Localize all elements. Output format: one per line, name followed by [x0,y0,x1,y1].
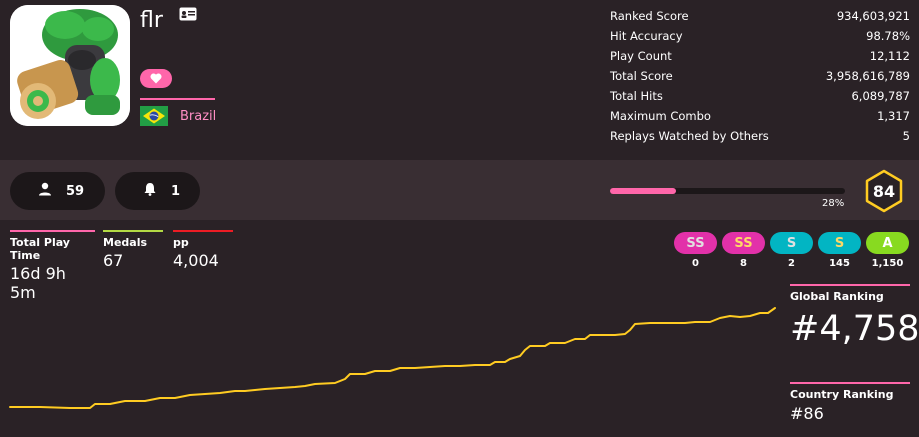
stat-row: Play Count 12,112 [610,46,910,66]
grade-count: 0 [692,258,699,269]
stat-row: Replays Watched by Others 5 [610,126,910,146]
country-name[interactable]: Brazil [180,109,216,124]
grade-badge: S [818,232,861,254]
stat-row: Total Hits 6,089,787 [610,86,910,106]
grade-ss: SS 8 [722,232,765,269]
stat-label: Hit Accuracy [610,29,683,43]
user-icon [38,182,66,200]
global-ranking-label: Global Ranking [790,290,884,303]
subscribers-count: 1 [171,183,181,199]
ranking-bar [790,284,910,286]
grade-badge: A [866,232,909,254]
level-progress-fill [610,188,676,194]
stat-label: Total Score [610,69,673,83]
stat-label: Ranked Score [610,9,689,23]
info-bar [173,230,233,232]
stat-value: 6,089,787 [851,89,910,103]
user-card-icon[interactable] [179,6,197,25]
bell-icon [143,182,171,200]
grade-a: A 1,150 [866,232,909,269]
stat-value: 98.78% [866,29,910,43]
grade-s: S 145 [818,232,861,269]
profile-bottom: Total Play Time 16d 9h 5m Medals 67 pp 4… [0,220,919,437]
brazil-flag-icon[interactable] [140,106,168,130]
stat-value: 1,317 [877,109,910,123]
grade-badge: S [770,232,813,254]
stats-list: Ranked Score 934,603,921 Hit Accuracy 98… [610,6,910,146]
header-divider [140,98,215,100]
level-progress-label: 28% [822,198,845,209]
stat-row: Total Score 3,958,616,789 [610,66,910,86]
grade-ss-silver: SS 0 [674,232,717,269]
country-ranking-value: #86 [790,404,824,423]
info-medals: Medals 67 [103,230,163,270]
supporter-badge[interactable] [140,69,172,88]
grade-badge: SS [674,232,717,254]
stat-row: Ranked Score 934,603,921 [610,6,910,26]
info-label: Medals [103,236,148,249]
grade-count: 8 [740,258,747,269]
level-number[interactable]: 84 [862,169,906,213]
heart-icon [150,69,162,88]
stat-row: Maximum Combo 1,317 [610,106,910,126]
global-ranking-value: #4,758 [790,309,919,349]
stat-label: Total Hits [610,89,663,103]
stat-value: 934,603,921 [836,9,910,23]
info-label: Total Play Time [10,236,70,262]
grade-count: 145 [829,258,850,269]
stat-value: 12,112 [869,49,910,63]
followers-button[interactable]: 59 [10,172,105,210]
info-bar [103,230,163,232]
info-value: 4,004 [173,251,219,270]
info-value: 67 [103,251,124,270]
stat-value: 3,958,616,789 [825,69,910,83]
ranking-bar [790,382,910,384]
country-ranking-label: Country Ranking [790,388,894,401]
rank-history-line [9,307,776,409]
profile-header: flr Brazil Ranked Score 934,603,921 Hit [0,0,919,160]
info-pp: pp 4,004 [173,230,233,270]
stat-label: Replays Watched by Others [610,129,769,143]
rank-history-graph[interactable] [0,275,780,435]
grade-s-silver: S 2 [770,232,813,269]
stat-label: Maximum Combo [610,109,711,123]
profile-detail-bar: 59 1 28% 84 [0,160,919,220]
country-ranking: Country Ranking #86 [790,382,910,423]
followers-count: 59 [66,183,85,199]
username: flr [140,8,163,33]
stat-row: Hit Accuracy 98.78% [610,26,910,46]
grade-count: 2 [788,258,795,269]
grade-badge: SS [722,232,765,254]
info-bar [10,230,95,232]
mapping-subscribers-button[interactable]: 1 [115,172,200,210]
stat-label: Play Count [610,49,672,63]
avatar[interactable] [10,5,130,126]
global-ranking: Global Ranking #4,758 [790,284,919,349]
stat-value: 5 [902,129,910,143]
info-label: pp [173,236,189,249]
level-progress-bar [610,188,845,194]
grade-count: 1,150 [871,258,904,269]
